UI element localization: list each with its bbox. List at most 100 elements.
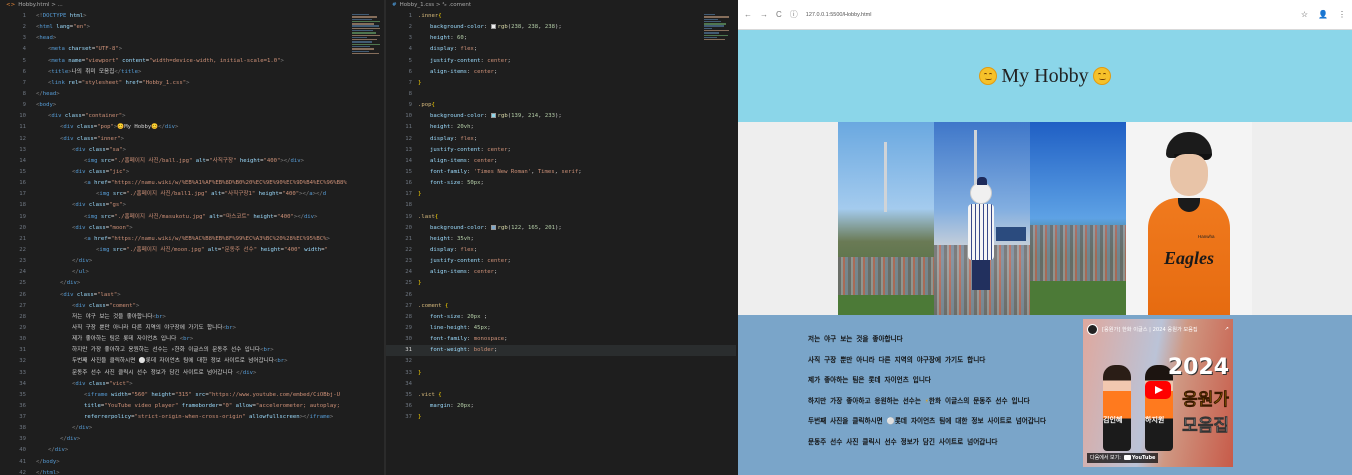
code-line[interactable]: 17} <box>386 189 736 200</box>
code-line[interactable]: 28 font-size: 20px ; <box>386 312 736 323</box>
code-line[interactable]: 42 </html> <box>0 468 384 475</box>
code-line[interactable]: 33} <box>386 368 736 379</box>
code-line[interactable]: 28 저는 야구 보는 것을 좋아합니다<br> <box>0 312 384 323</box>
code-line[interactable]: 36 title="YouTube video player" framebord… <box>0 401 384 412</box>
code-line[interactable]: 16 <a href="https://namu.wiki/w/%EB%A1%AF… <box>0 178 384 189</box>
code-line[interactable]: 12 display: flex; <box>386 134 736 145</box>
code-line[interactable]: 29 line-height: 45px; <box>386 323 736 334</box>
code-line[interactable]: 34 <box>386 379 736 390</box>
code-line[interactable]: 19 .last{ <box>386 212 736 223</box>
code-line[interactable]: 22 <img src="./홈페이지 사진/moon.jpg" alt="문동주… <box>0 245 384 256</box>
code-line[interactable]: 8 </head> <box>0 89 384 100</box>
forward-arrow-icon[interactable]: → <box>760 10 768 19</box>
code-line[interactable]: 37} <box>386 412 736 423</box>
stadium-photo-link[interactable] <box>934 122 1030 315</box>
url-input[interactable]: 127.0.0.1:5500/Hobby.html <box>806 12 1291 18</box>
code-line[interactable]: 27 <div class="coment"> <box>0 301 384 312</box>
code-line[interactable]: 13 justify-content: center; <box>386 145 736 156</box>
color-swatch-icon[interactable] <box>490 113 496 119</box>
css-minimap[interactable] <box>704 14 732 74</box>
code-line[interactable]: 39 </div> <box>0 434 384 445</box>
code-line[interactable]: 22 display: flex; <box>386 245 736 256</box>
code-line[interactable]: 30 font-family: monospace; <box>386 334 736 345</box>
code-line[interactable]: 9 .pop{ <box>386 100 736 111</box>
player-photo-link[interactable]: Hanwha Eagles <box>1126 122 1252 315</box>
code-line[interactable]: 18 <box>386 200 736 211</box>
code-line[interactable]: 4 <meta charset="UTF-8"> <box>0 44 384 55</box>
css-breadcrumb[interactable]: # Hobby_1.css > ⁴ₑ .coment <box>386 0 736 11</box>
code-line[interactable]: 23 </div> <box>0 256 384 267</box>
color-swatch-icon[interactable] <box>490 24 496 30</box>
bookmark-star-icon[interactable]: ☆ <box>1301 10 1308 19</box>
code-line[interactable]: 34 <div class="vict"> <box>0 379 384 390</box>
code-line[interactable]: 15 font-family: 'Times New Roman', Times,… <box>386 167 736 178</box>
css-code-area[interactable]: 1 .inner{2 background-color: rgb(238, 238,… <box>386 11 736 423</box>
code-line[interactable]: 1 .inner{ <box>386 11 736 22</box>
code-line[interactable]: 26 <box>386 290 736 301</box>
html-editor-pane[interactable]: <> Hobby.html > ... 1 <!DOCTYPE html> 2 <htm… <box>0 0 384 475</box>
code-line[interactable]: 36 margin: 20px; <box>386 401 736 412</box>
css-editor-pane[interactable]: # Hobby_1.css > ⁴ₑ .coment 1 .inner{2 backg… <box>386 0 736 475</box>
youtube-video-embed[interactable]: [응원가] 한화 이글스 | 2024 응원가 모음집 ↗ 2024 응원가 모… <box>1083 319 1233 467</box>
site-info-icon[interactable]: ⓘ <box>790 9 798 20</box>
code-line[interactable]: 41 </body> <box>0 457 384 468</box>
profile-icon[interactable]: 👤 <box>1318 10 1328 19</box>
code-line[interactable]: 25 </div> <box>0 278 384 289</box>
code-line[interactable]: 2 <html lang="en"> <box>0 22 384 33</box>
code-line[interactable]: 26 <div class="last"> <box>0 290 384 301</box>
code-line[interactable]: 12 <div class="inner"> <box>0 134 384 145</box>
code-line[interactable]: 11 <div class="pop">😊My Hobby😊</div> <box>0 122 384 133</box>
code-line[interactable]: 21 <a href="https://namu.wiki/w/%EB%AC%B8… <box>0 234 384 245</box>
code-line[interactable]: 10 background-color: rgb(139, 214, 233); <box>386 111 736 122</box>
video-title[interactable]: [응원가] 한화 이글스 | 2024 응원가 모음집 <box>1102 326 1219 333</box>
code-line[interactable]: 20 background-color: rgb(122, 165, 201); <box>386 223 736 234</box>
code-line[interactable]: 23 justify-content: center; <box>386 256 736 267</box>
video-title-bar[interactable]: [응원가] 한화 이글스 | 2024 응원가 모음집 ↗ <box>1087 323 1229 335</box>
code-line[interactable]: 14 <img src="./홈페이지 사진/ball.jpg" alt="사직구… <box>0 156 384 167</box>
code-line[interactable]: 7 <link rel="stylesheet" href="Hobby_1.cs… <box>0 78 384 89</box>
code-line[interactable]: 32 두번째 사진을 클릭하시면 ⚪롯데 자이언츠 팀에 대한 정보 사이트로 넘… <box>0 356 384 367</box>
color-swatch-icon[interactable] <box>490 224 496 230</box>
code-line[interactable]: 29 사직 구장 뿐만 아니라 다른 지역의 야구장에 가기도 합니다<br> <box>0 323 384 334</box>
watch-on-youtube-button[interactable]: 다음에서 보기: YouTube <box>1087 453 1159 463</box>
browser-menu-icon[interactable]: ⋮ <box>1338 10 1346 19</box>
code-line[interactable]: 6 <title>나의 취미 모음집</title> <box>0 67 384 78</box>
channel-logo-icon[interactable] <box>1087 323 1098 335</box>
code-line[interactable]: 33 문동주 선수 사진 클릭시 선수 정보가 담긴 사이트로 넘어갑니다 </d… <box>0 368 384 379</box>
code-line[interactable]: 13 <div class="sa"> <box>0 145 384 156</box>
code-line[interactable]: 9 <body> <box>0 100 384 111</box>
code-line[interactable]: 1 <!DOCTYPE html> <box>0 11 384 22</box>
code-line[interactable]: 38 </div> <box>0 423 384 434</box>
code-line[interactable]: 6 align-items: center; <box>386 67 736 78</box>
html-code-area[interactable]: 1 <!DOCTYPE html> 2 <html lang="en"> 3 <head>… <box>0 11 384 475</box>
code-line[interactable]: 10 <div class="container"> <box>0 111 384 122</box>
code-line[interactable]: 17 <img src="./홈페이지 사진/ball1.jpg" alt="사직… <box>0 189 384 200</box>
code-line[interactable]: 2 background-color: rgb(238, 238, 238); <box>386 22 736 33</box>
code-line[interactable]: 27 .coment { <box>386 301 736 312</box>
html-breadcrumb[interactable]: <> Hobby.html > ... <box>0 0 384 11</box>
code-line[interactable]: 5 <meta name="viewport" content="width=de… <box>0 56 384 67</box>
share-icon[interactable]: ↗ <box>1219 326 1229 332</box>
code-line[interactable]: 35 <iframe width="560" height="315" src="… <box>0 390 384 401</box>
code-line[interactable]: 31 font-weight: bolder; <box>386 345 736 357</box>
code-line[interactable]: 35 .vict { <box>386 390 736 401</box>
code-line[interactable]: 8 <box>386 89 736 100</box>
code-line[interactable]: 25} <box>386 278 736 289</box>
code-line[interactable]: 14 align-items: center; <box>386 156 736 167</box>
code-line[interactable]: 21 height: 35vh; <box>386 234 736 245</box>
code-line[interactable]: 32 <box>386 356 736 367</box>
reload-icon[interactable]: C <box>776 10 782 19</box>
code-line[interactable]: 24 </ul> <box>0 267 384 278</box>
code-line[interactable]: 31 하지만 가장 좋아하고 응원하는 선수는 ⚡한화 이글스의 문동주 선수 입… <box>0 345 384 356</box>
code-line[interactable]: 20 <div class="moon"> <box>0 223 384 234</box>
code-line[interactable]: 5 justify-content: center; <box>386 56 736 67</box>
code-line[interactable]: 19 <img src="./홈페이지 사진/masukotu.jpg" alt=… <box>0 212 384 223</box>
back-arrow-icon[interactable]: ← <box>744 10 752 19</box>
code-line[interactable]: 3 <head> <box>0 33 384 44</box>
code-line[interactable]: 18 <div class="gs"> <box>0 200 384 211</box>
code-line[interactable]: 24 align-items: center; <box>386 267 736 278</box>
code-line[interactable]: 15 <div class="jic"> <box>0 167 384 178</box>
code-line[interactable]: 16 font-size: 50px; <box>386 178 736 189</box>
code-line[interactable]: 30 제가 좋아하는 팀은 롯데 자이언츠 입니다 <br> <box>0 334 384 345</box>
code-line[interactable]: 3 height: 60; <box>386 33 736 44</box>
